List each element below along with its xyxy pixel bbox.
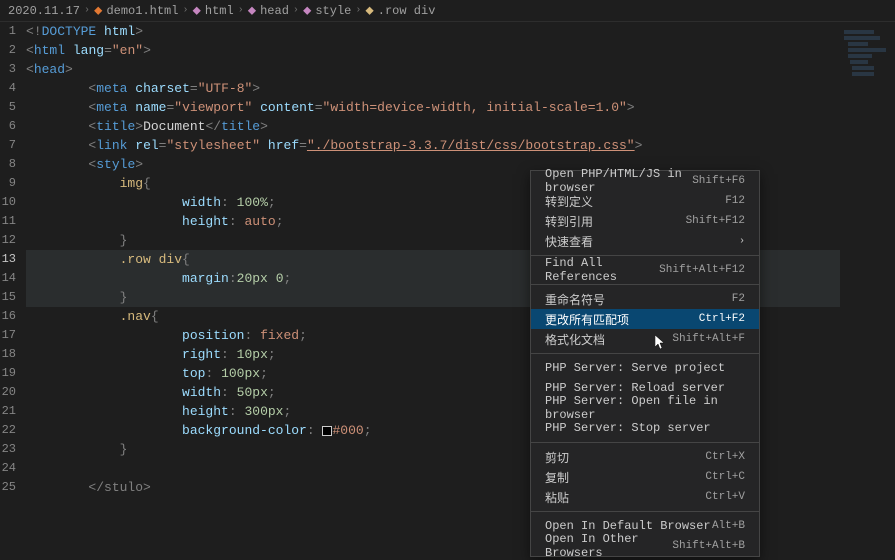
menu-item[interactable]: 转到引用 Shift+F12 [531, 211, 759, 231]
editor-area: 1234567891011121314151617181920212223242… [0, 22, 895, 500]
menu-item-label: 快速查看 [545, 233, 593, 250]
menu-item-shortcut: F12 [725, 195, 745, 207]
minimap[interactable] [840, 22, 895, 500]
menu-item-label: PHP Server: Serve project [545, 361, 725, 375]
menu-item[interactable]: 粘贴 Ctrl+V [531, 487, 759, 507]
chevron-right-icon: › [84, 5, 90, 16]
tag-icon: ⬥ [192, 4, 200, 18]
menu-item-label: Open In Default Browser [545, 519, 711, 533]
tag-icon: ⬥ [303, 4, 311, 18]
menu-item[interactable]: PHP Server: Serve project [531, 358, 759, 378]
menu-item-shortcut: F2 [732, 293, 745, 305]
menu-item-shortcut: Shift+Alt+F12 [659, 264, 745, 276]
code-line[interactable]: <title>Document</title> [26, 117, 840, 136]
breadcrumb-folder[interactable]: 2020.11.17 [8, 4, 80, 18]
menu-separator [531, 511, 759, 512]
menu-item[interactable]: 快速查看 › [531, 231, 759, 251]
menu-item-shortcut: Ctrl+X [705, 451, 745, 463]
menu-item-label: 粘贴 [545, 489, 569, 506]
breadcrumb-item[interactable]: .row div [378, 4, 436, 18]
menu-item-label: PHP Server: Reload server [545, 381, 725, 395]
menu-separator [531, 442, 759, 443]
menu-item-label: 剪切 [545, 449, 569, 466]
menu-item-label: 转到定义 [545, 193, 593, 210]
breadcrumb: 2020.11.17 › ⬥ demo1.html › ⬥ html › ⬥ h… [0, 0, 895, 22]
menu-separator [531, 353, 759, 354]
code-line[interactable]: <meta charset="UTF-8"> [26, 79, 840, 98]
css-icon: ⬥ [365, 4, 373, 18]
menu-item-label: 复制 [545, 469, 569, 486]
menu-item-shortcut: Shift+F12 [686, 215, 745, 227]
tag-icon: ⬥ [248, 4, 256, 18]
menu-item-shortcut: Shift+Alt+F [672, 333, 745, 345]
chevron-right-icon: › [293, 5, 299, 16]
code-line[interactable]: <html lang="en"> [26, 41, 840, 60]
menu-item[interactable]: 复制 Ctrl+C [531, 467, 759, 487]
menu-item[interactable]: Open In Other BrowsersShift+Alt+B [531, 536, 759, 556]
menu-item-label: Find All References [545, 256, 659, 284]
menu-item-shortcut: Shift+Alt+B [672, 540, 745, 552]
code-line[interactable]: <head> [26, 60, 840, 79]
menu-item-label: PHP Server: Open file in browser [545, 394, 745, 422]
menu-item-shortcut: Ctrl+F2 [699, 313, 745, 325]
menu-item-shortcut: Shift+F6 [692, 175, 745, 187]
menu-item-label: Open In Other Browsers [545, 532, 672, 560]
context-menu: Open PHP/HTML/JS in browserShift+F6 转到定义 F… [530, 170, 760, 557]
menu-item[interactable]: 剪切 Ctrl+X [531, 447, 759, 467]
menu-item-label: 转到引用 [545, 213, 593, 230]
chevron-right-icon: › [182, 5, 188, 16]
menu-item-shortcut: Ctrl+C [705, 471, 745, 483]
mouse-cursor-icon [655, 335, 667, 355]
code-line[interactable]: <link rel="stylesheet" href="./bootstrap… [26, 136, 840, 155]
menu-item[interactable]: 更改所有匹配项 Ctrl+F2 [531, 309, 759, 329]
code-line[interactable]: <!DOCTYPE html> [26, 22, 840, 41]
breadcrumb-file[interactable]: demo1.html [106, 4, 178, 18]
menu-item-shortcut: Ctrl+V [705, 491, 745, 503]
breadcrumb-item[interactable]: html [205, 4, 234, 18]
breadcrumb-item[interactable]: style [315, 4, 351, 18]
menu-item[interactable]: PHP Server: Open file in browser [531, 398, 759, 418]
chevron-right-icon: › [238, 5, 244, 16]
menu-item-label: Open PHP/HTML/JS in browser [545, 167, 692, 195]
breadcrumb-item[interactable]: head [260, 4, 289, 18]
menu-item-label: 格式化文档 [545, 331, 605, 348]
menu-item-label: 更改所有匹配项 [545, 311, 629, 328]
code-line[interactable]: <meta name="viewport" content="width=dev… [26, 98, 840, 117]
menu-item[interactable]: 格式化文档 Shift+Alt+F [531, 329, 759, 349]
chevron-right-icon: › [739, 236, 745, 247]
menu-item-label: PHP Server: Stop server [545, 421, 711, 435]
line-number-gutter: 1234567891011121314151617181920212223242… [0, 22, 22, 500]
chevron-right-icon: › [355, 5, 361, 16]
menu-item[interactable]: 重命名符号 F2 [531, 289, 759, 309]
menu-separator [531, 284, 759, 285]
menu-item-label: 重命名符号 [545, 291, 605, 308]
menu-item[interactable]: Find All ReferencesShift+Alt+F12 [531, 260, 759, 280]
html-file-icon: ⬥ [94, 4, 102, 18]
menu-item-shortcut: Alt+B [712, 520, 745, 532]
menu-item[interactable]: Open PHP/HTML/JS in browserShift+F6 [531, 171, 759, 191]
